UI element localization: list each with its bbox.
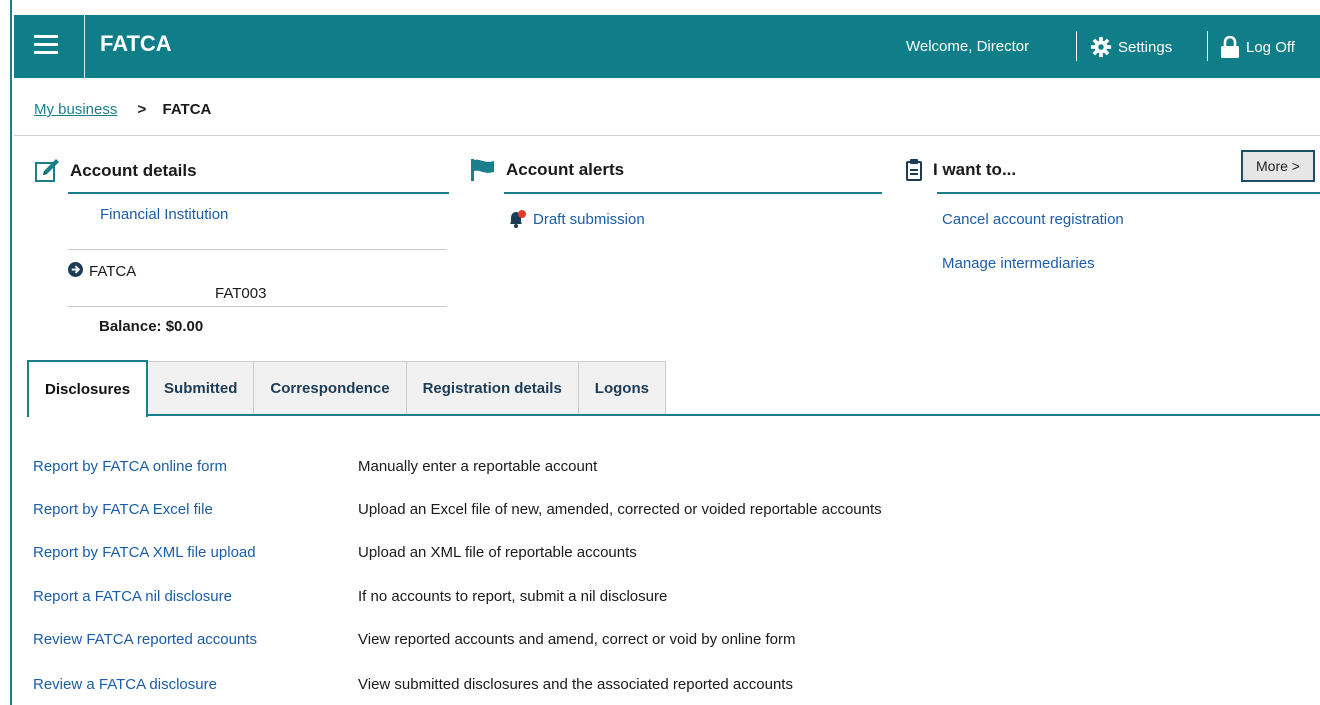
header-separator — [1207, 31, 1208, 61]
welcome-text: Welcome, Director — [906, 38, 1030, 55]
bell-alert-icon — [510, 210, 526, 228]
lock-icon — [1221, 36, 1239, 58]
clipboard-icon — [905, 158, 923, 182]
financial-institution-link[interactable]: Financial Institution — [100, 206, 228, 223]
tab-bar: Disclosures Submitted Correspondence Reg… — [27, 360, 666, 417]
disclosure-description: View reported accounts and amend, correc… — [358, 631, 796, 648]
arrow-right-circle-icon — [68, 262, 83, 281]
logoff-button[interactable]: Log Off — [1220, 34, 1295, 60]
account-balance: Balance: $0.00 — [99, 318, 204, 335]
account-alerts-rule — [504, 192, 882, 194]
account-name: FATCA — [89, 263, 137, 280]
page-edge-line — [10, 0, 12, 705]
i-want-to-title: I want to... — [933, 160, 1017, 179]
tab-logons[interactable]: Logons — [578, 361, 666, 415]
report-excel-file-link[interactable]: Report by FATCA Excel file — [33, 501, 213, 518]
tab-registration-details[interactable]: Registration details — [406, 361, 579, 415]
disclosure-description: View submitted disclosures and the assoc… — [358, 676, 793, 693]
account-alerts-title: Account alerts — [506, 160, 625, 179]
app-title: FATCA — [100, 31, 172, 56]
disclosure-description: Manually enter a reportable account — [358, 458, 598, 475]
report-xml-upload-link[interactable]: Report by FATCA XML file upload — [33, 544, 256, 561]
logoff-label: Log Off — [1246, 38, 1295, 56]
top-header-bar: FATCA Welcome, Director Settings Log Off — [14, 15, 1320, 78]
manage-intermediaries-link[interactable]: Manage intermediaries — [942, 255, 1095, 272]
hamburger-menu-icon[interactable] — [34, 35, 58, 57]
account-details-heading: Account details — [34, 158, 197, 184]
review-disclosure-link[interactable]: Review a FATCA disclosure — [33, 676, 217, 693]
header-divider — [84, 15, 85, 78]
settings-button[interactable]: Settings — [1090, 34, 1172, 60]
breadcrumb-separator: > — [137, 101, 147, 118]
breadcrumb-my-business-link[interactable]: My business — [34, 101, 117, 118]
tab-disclosures[interactable]: Disclosures — [27, 360, 149, 417]
account-details-title: Account details — [70, 161, 197, 180]
breadcrumb-divider — [14, 135, 1320, 136]
report-nil-disclosure-link[interactable]: Report a FATCA nil disclosure — [33, 588, 232, 605]
tab-correspondence[interactable]: Correspondence — [254, 361, 407, 415]
draft-submission-label: Draft submission — [533, 210, 645, 228]
report-online-form-link[interactable]: Report by FATCA online form — [33, 458, 227, 475]
edit-icon — [34, 158, 60, 184]
tabs-underline — [27, 414, 1320, 416]
account-details-rule — [68, 192, 449, 194]
account-id: FAT003 — [215, 285, 267, 302]
disclosure-description: Upload an Excel file of new, amended, co… — [358, 501, 882, 518]
disclosure-description: If no accounts to report, submit a nil d… — [358, 588, 668, 605]
gear-icon — [1090, 36, 1112, 58]
i-want-to-heading: I want to... — [905, 158, 1016, 182]
divider — [68, 306, 447, 307]
tab-submitted[interactable]: Submitted — [148, 361, 255, 415]
flag-icon — [470, 158, 496, 182]
breadcrumb-current: FATCA — [162, 101, 212, 118]
draft-submission-alert-link[interactable]: Draft submission — [507, 210, 645, 228]
breadcrumb: My business > FATCA — [34, 101, 211, 118]
cancel-account-registration-link[interactable]: Cancel account registration — [942, 211, 1124, 228]
divider — [68, 249, 447, 250]
more-button[interactable]: More > — [1241, 150, 1315, 182]
settings-label: Settings — [1118, 38, 1173, 56]
fatca-account-item[interactable]: FATCA — [68, 262, 136, 281]
header-separator — [1076, 31, 1077, 61]
review-reported-accounts-link[interactable]: Review FATCA reported accounts — [33, 631, 257, 648]
i-want-to-rule — [937, 192, 1320, 194]
disclosure-description: Upload an XML file of reportable account… — [358, 544, 637, 561]
account-alerts-heading: Account alerts — [470, 158, 624, 182]
